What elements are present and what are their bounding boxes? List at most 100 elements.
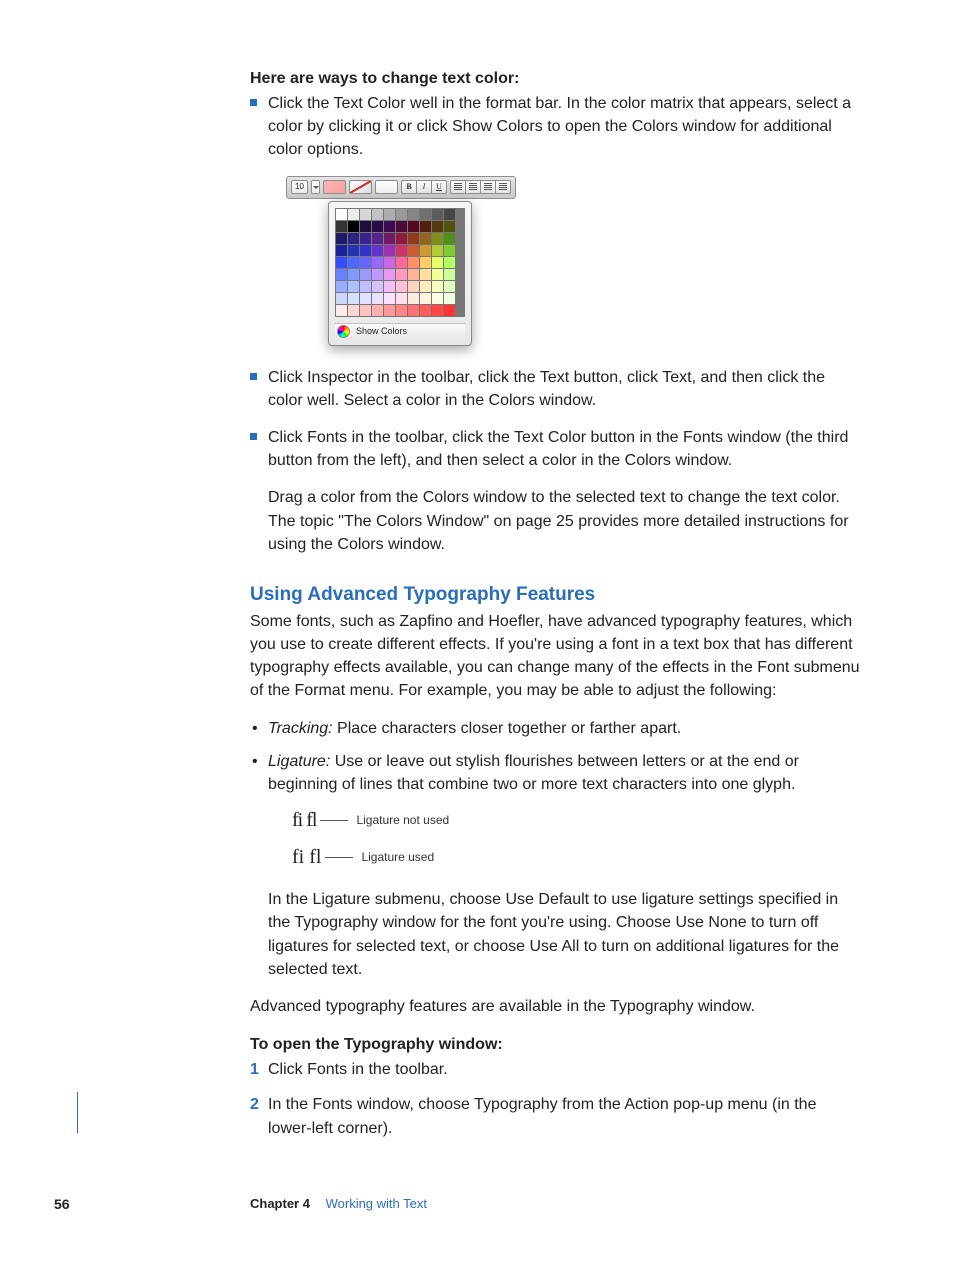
color-matrix-cell[interactable]: [396, 305, 407, 316]
align-justify-button[interactable]: [496, 180, 511, 194]
color-matrix-cell[interactable]: [396, 257, 407, 268]
color-matrix-cell[interactable]: [432, 245, 443, 256]
color-matrix-cell[interactable]: [348, 257, 359, 268]
color-matrix-cell[interactable]: [372, 257, 383, 268]
color-matrix-cell[interactable]: [420, 257, 431, 268]
color-matrix-cell[interactable]: [432, 209, 443, 220]
color-matrix-cell[interactable]: [432, 305, 443, 316]
color-matrix-cell[interactable]: [444, 209, 455, 220]
text-color-well[interactable]: [323, 180, 346, 194]
color-matrix-cell[interactable]: [432, 257, 443, 268]
color-matrix-cell[interactable]: [360, 209, 371, 220]
color-matrix-cell[interactable]: [444, 269, 455, 280]
color-matrix-cell[interactable]: [444, 245, 455, 256]
color-matrix-cell[interactable]: [348, 293, 359, 304]
color-matrix-cell[interactable]: [408, 269, 419, 280]
color-matrix-cell[interactable]: [336, 293, 347, 304]
color-matrix-cell[interactable]: [360, 305, 371, 316]
color-matrix-cell[interactable]: [372, 209, 383, 220]
color-matrix-cell[interactable]: [408, 209, 419, 220]
color-matrix-cell[interactable]: [384, 245, 395, 256]
color-matrix-cell[interactable]: [408, 221, 419, 232]
underline-button[interactable]: U: [432, 180, 447, 194]
color-matrix-cell[interactable]: [336, 245, 347, 256]
color-matrix-cell[interactable]: [396, 209, 407, 220]
color-matrix-cell[interactable]: [372, 305, 383, 316]
stroke-color-well[interactable]: [375, 180, 398, 194]
color-matrix-cell[interactable]: [444, 293, 455, 304]
color-matrix-cell[interactable]: [336, 221, 347, 232]
color-matrix-cell[interactable]: [384, 305, 395, 316]
color-matrix-cell[interactable]: [420, 305, 431, 316]
color-matrix-cell[interactable]: [444, 281, 455, 292]
color-matrix-cell[interactable]: [444, 305, 455, 316]
font-size-stepper[interactable]: [311, 180, 320, 194]
color-matrix-cell[interactable]: [384, 209, 395, 220]
color-matrix-cell[interactable]: [384, 257, 395, 268]
color-matrix-cell[interactable]: [336, 209, 347, 220]
color-matrix-cell[interactable]: [408, 245, 419, 256]
color-matrix-cell[interactable]: [372, 245, 383, 256]
color-matrix-cell[interactable]: [336, 281, 347, 292]
color-matrix-cell[interactable]: [360, 257, 371, 268]
color-matrix-cell[interactable]: [348, 221, 359, 232]
color-matrix-cell[interactable]: [348, 305, 359, 316]
color-matrix-cell[interactable]: [372, 269, 383, 280]
color-matrix-cell[interactable]: [348, 245, 359, 256]
color-matrix-cell[interactable]: [336, 257, 347, 268]
color-matrix-cell[interactable]: [348, 281, 359, 292]
color-matrix-cell[interactable]: [396, 233, 407, 244]
color-matrix[interactable]: [335, 208, 465, 317]
color-matrix-cell[interactable]: [444, 221, 455, 232]
fill-color-well[interactable]: [349, 180, 372, 194]
color-matrix-cell[interactable]: [396, 293, 407, 304]
color-matrix-cell[interactable]: [336, 233, 347, 244]
color-matrix-cell[interactable]: [432, 221, 443, 232]
color-matrix-cell[interactable]: [384, 293, 395, 304]
color-matrix-cell[interactable]: [408, 281, 419, 292]
color-matrix-cell[interactable]: [384, 269, 395, 280]
color-matrix-cell[interactable]: [348, 209, 359, 220]
color-matrix-cell[interactable]: [348, 269, 359, 280]
color-matrix-cell[interactable]: [432, 269, 443, 280]
color-matrix-cell[interactable]: [432, 281, 443, 292]
color-matrix-cell[interactable]: [384, 281, 395, 292]
color-matrix-cell[interactable]: [360, 293, 371, 304]
color-matrix-cell[interactable]: [372, 293, 383, 304]
color-matrix-cell[interactable]: [384, 221, 395, 232]
color-matrix-cell[interactable]: [408, 305, 419, 316]
color-matrix-cell[interactable]: [372, 281, 383, 292]
bold-button[interactable]: B: [401, 180, 417, 194]
color-matrix-cell[interactable]: [420, 281, 431, 292]
color-matrix-cell[interactable]: [360, 245, 371, 256]
color-matrix-cell[interactable]: [348, 233, 359, 244]
color-matrix-cell[interactable]: [372, 221, 383, 232]
italic-button[interactable]: I: [417, 180, 432, 194]
color-matrix-cell[interactable]: [336, 305, 347, 316]
color-matrix-cell[interactable]: [444, 257, 455, 268]
color-matrix-cell[interactable]: [432, 293, 443, 304]
color-matrix-cell[interactable]: [444, 233, 455, 244]
color-matrix-cell[interactable]: [420, 233, 431, 244]
show-colors-button[interactable]: Show Colors: [335, 323, 465, 339]
color-matrix-cell[interactable]: [384, 233, 395, 244]
color-matrix-cell[interactable]: [408, 257, 419, 268]
color-matrix-cell[interactable]: [336, 269, 347, 280]
color-matrix-cell[interactable]: [360, 233, 371, 244]
color-matrix-cell[interactable]: [360, 221, 371, 232]
color-matrix-cell[interactable]: [420, 269, 431, 280]
color-matrix-cell[interactable]: [360, 281, 371, 292]
color-matrix-cell[interactable]: [396, 221, 407, 232]
color-matrix-cell[interactable]: [372, 233, 383, 244]
color-matrix-cell[interactable]: [408, 293, 419, 304]
color-matrix-cell[interactable]: [420, 221, 431, 232]
align-center-button[interactable]: [466, 180, 481, 194]
color-matrix-cell[interactable]: [396, 245, 407, 256]
color-matrix-cell[interactable]: [420, 293, 431, 304]
color-matrix-cell[interactable]: [420, 209, 431, 220]
color-matrix-cell[interactable]: [396, 281, 407, 292]
font-size-field[interactable]: 10: [291, 180, 308, 194]
color-matrix-cell[interactable]: [432, 233, 443, 244]
color-matrix-cell[interactable]: [408, 233, 419, 244]
align-right-button[interactable]: [481, 180, 496, 194]
